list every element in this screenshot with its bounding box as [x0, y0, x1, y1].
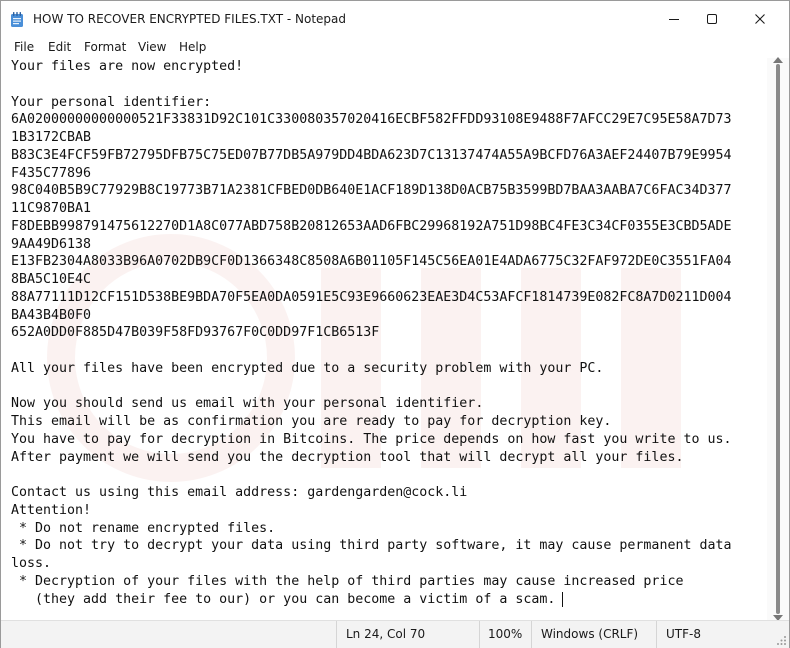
- minimize-icon: [669, 19, 679, 20]
- text-line: You have to pay for decryption in Bitcoi…: [11, 431, 732, 447]
- text-line: Your files are now encrypted!: [11, 59, 244, 74]
- window-title: HOW TO RECOVER ENCRYPTED FILES.TXT - Not…: [33, 12, 347, 26]
- text-cursor: [562, 591, 564, 607]
- text-line: F435C77896: [11, 165, 92, 181]
- text-line: F8DEBB998791475612270D1A8C077ABD758B2081…: [11, 218, 732, 234]
- status-divider: [531, 621, 532, 648]
- text-line: * Do not rename encrypted files.: [11, 520, 276, 536]
- text-line: After payment we will send you the decry…: [11, 449, 684, 465]
- text-line: 98C040B5B9C77929B8C19773B71A2381CFBED0DB…: [11, 183, 732, 199]
- text-line: Contact us using this email address: gar…: [11, 485, 468, 500]
- vertical-scrollbar[interactable]: [767, 57, 789, 621]
- text-line: 1B3172CBAB: [11, 130, 92, 145]
- cursor-position: Ln 24, Col 70: [346, 627, 426, 641]
- text-line: * Decryption of your files with the help…: [11, 573, 684, 589]
- status-divider: [656, 621, 657, 648]
- maximize-icon: [707, 14, 717, 24]
- text-line: Attention!: [11, 502, 92, 518]
- menu-bar: File Edit Format View Help: [1, 37, 789, 58]
- zoom-level: 100%: [488, 627, 523, 641]
- text-line: 8BA5C10E4C: [11, 272, 92, 287]
- text-line: 652A0DD0F885D47B039F58FD93767F0C0DD97F1C…: [11, 325, 380, 341]
- scrollbar-thumb[interactable]: [776, 64, 780, 614]
- text-line: 88A77111D12CF151D538BE9BDA70F5EA0DA0591E…: [11, 289, 732, 305]
- text-line: Now you should send us email with your p…: [11, 396, 484, 412]
- close-icon: [755, 14, 765, 24]
- title-bar[interactable]: HOW TO RECOVER ENCRYPTED FILES.TXT - Not…: [1, 1, 789, 37]
- text-line: (they add their fee to our) or you can b…: [11, 591, 556, 607]
- document-text[interactable]: Your files are now encrypted! Your perso…: [11, 58, 732, 608]
- notepad-icon: [11, 12, 23, 27]
- notepad-window: HOW TO RECOVER ENCRYPTED FILES.TXT - Not…: [0, 0, 790, 648]
- text-line: loss.: [11, 556, 52, 571]
- status-divider: [479, 621, 480, 648]
- line-ending: Windows (CRLF): [541, 627, 639, 641]
- text-line: Your personal identifier:: [11, 94, 212, 110]
- text-line: * Do not try to decrypt your data using …: [11, 538, 732, 554]
- menu-format[interactable]: Format: [84, 40, 126, 54]
- text-line: This email will be as confirmation you a…: [11, 414, 612, 429]
- resize-grip-icon[interactable]: [777, 636, 787, 646]
- text-editor[interactable]: Your files are now encrypted! Your perso…: [1, 58, 767, 620]
- text-line: 11C9870BA1: [11, 201, 92, 216]
- text-line: E13FB2304A8033B96A0702DB9CF0D1366348C850…: [11, 254, 732, 270]
- encoding: UTF-8: [666, 627, 701, 641]
- status-divider: [336, 621, 337, 648]
- text-line: BA43B4B0F0: [11, 307, 92, 323]
- menu-view[interactable]: View: [138, 40, 166, 54]
- status-bar: Ln 24, Col 70 100% Windows (CRLF) UTF-8: [1, 620, 789, 648]
- menu-file[interactable]: File: [14, 40, 34, 54]
- menu-edit[interactable]: Edit: [48, 40, 71, 54]
- scroll-up-arrow-icon[interactable]: [773, 57, 783, 63]
- close-button[interactable]: [737, 1, 783, 37]
- text-line: 9AA49D6138: [11, 236, 92, 252]
- text-line: All your files have been encrypted due t…: [11, 360, 604, 376]
- menu-help[interactable]: Help: [179, 40, 206, 54]
- maximize-button[interactable]: [689, 1, 735, 37]
- text-line: 6A02000000000000521F33831D92C101C3300803…: [11, 112, 732, 128]
- text-line: B83C3E4FCF59FB72795DFB75C75ED07B77DB5A97…: [11, 147, 732, 163]
